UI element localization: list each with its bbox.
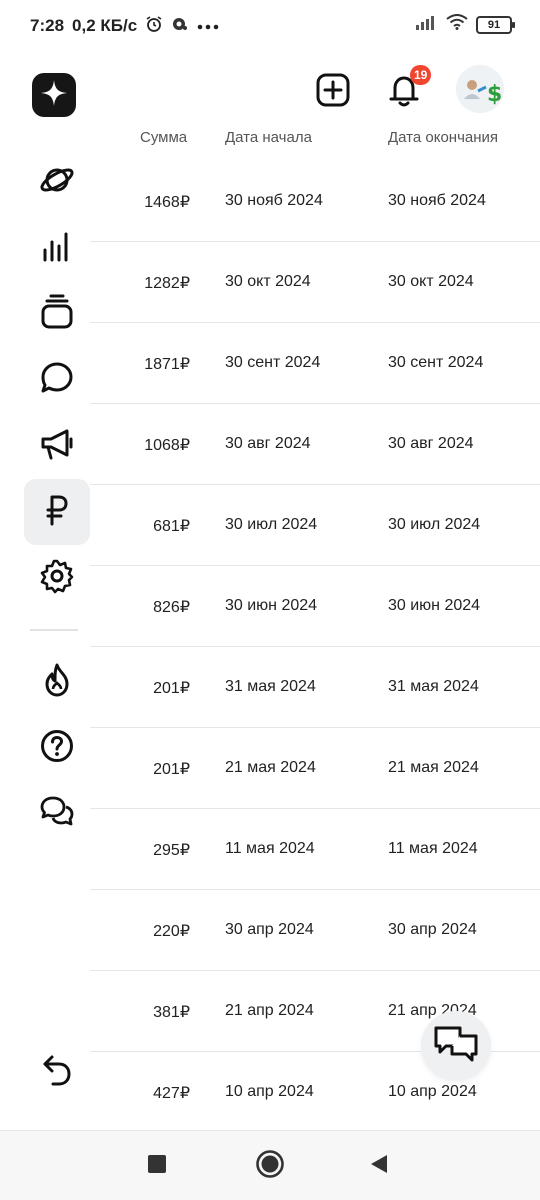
svg-text:$: $ — [487, 82, 502, 107]
cell-sum: 1068₽ — [144, 437, 190, 454]
payments-table: Сумма Дата начала Дата окончания 1468₽ 3… — [90, 120, 540, 1130]
home-button[interactable] — [253, 1149, 287, 1183]
sidebar-item-finance[interactable] — [24, 479, 90, 545]
cell-sum: 220₽ — [153, 923, 190, 940]
header-start-date: Дата начала — [225, 129, 312, 146]
cell-end-date: 30 окт 2024 — [388, 273, 474, 290]
alarm-icon — [145, 15, 163, 37]
cell-end-date: 30 июн 2024 — [388, 597, 481, 614]
table-row[interactable]: 295₽ 11 мая 2024 11 мая 2024 — [90, 809, 540, 890]
status-time: 7:28 — [30, 16, 65, 35]
cell-sum: 681₽ — [153, 518, 190, 535]
sidebar-item-back[interactable] — [24, 1039, 90, 1105]
cell-sum: 1871₽ — [144, 356, 190, 373]
cell-end-date: 31 мая 2024 — [388, 678, 479, 695]
header-end-date: Дата окончания — [388, 129, 499, 146]
sidebar-item-help[interactable] — [24, 715, 90, 781]
cell-start-date: 21 мая 2024 — [225, 759, 316, 776]
cell-sum: 1468₽ — [144, 194, 190, 211]
sidebar-item-community[interactable] — [24, 781, 90, 847]
battery-level: 91 — [487, 18, 501, 31]
table-row[interactable]: 201₽ 21 мая 2024 21 мая 2024 — [90, 728, 540, 809]
status-bar: 7:28 0,2 КБ/с 91 — [0, 0, 540, 52]
logo-button[interactable] — [32, 73, 76, 117]
battery-icon: 91 — [476, 15, 515, 34]
stack-icon — [40, 294, 74, 335]
chats-icon — [39, 795, 75, 834]
cell-start-date: 11 мая 2024 — [225, 840, 315, 857]
cell-sum: 381₽ — [153, 1004, 190, 1021]
cell-sum: 201₽ — [153, 680, 190, 697]
sidebar-item-settings[interactable] — [24, 545, 90, 611]
cell-sum: 295₽ — [153, 842, 190, 859]
cell-end-date: 30 нояб 2024 — [388, 192, 486, 209]
planet-icon — [38, 161, 76, 204]
table-row[interactable]: 681₽ 30 июл 2024 30 июл 2024 — [90, 485, 540, 566]
cell-sum: 427₽ — [153, 1085, 190, 1102]
cell-end-date: 11 мая 2024 — [388, 840, 478, 857]
avatar[interactable]: $ — [456, 65, 504, 113]
table-row[interactable]: 220₽ 30 апр 2024 30 апр 2024 — [90, 890, 540, 971]
cell-end-date: 30 сент 2024 — [388, 354, 484, 371]
cell-start-date: 30 сент 2024 — [225, 354, 321, 371]
cell-start-date: 31 мая 2024 — [225, 678, 316, 695]
wifi-icon — [446, 14, 468, 35]
table-row[interactable]: 1468₽ 30 нояб 2024 30 нояб 2024 — [90, 161, 540, 242]
back-button[interactable] — [362, 1149, 396, 1183]
header-sum: Сумма — [140, 129, 188, 146]
sparkle-star-icon — [40, 79, 68, 112]
recents-square-icon — [147, 1154, 167, 1179]
cell-sum: 826₽ — [153, 599, 190, 616]
ruble-icon — [44, 494, 70, 531]
notification-badge: 19 — [410, 65, 432, 85]
sidebar-item-posts[interactable] — [24, 281, 90, 347]
cell-end-date: 10 апр 2024 — [388, 1083, 477, 1100]
table-row[interactable]: 201₽ 31 мая 2024 31 мая 2024 — [90, 647, 540, 728]
more-dots-icon — [197, 18, 219, 34]
table-row[interactable]: 1282₽ 30 окт 2024 30 окт 2024 — [90, 242, 540, 323]
table-row[interactable]: 1068₽ 30 авг 2024 30 авг 2024 — [90, 404, 540, 485]
fire-icon — [41, 662, 73, 703]
chat-bubble-icon — [39, 360, 75, 401]
create-button[interactable] — [309, 68, 357, 116]
cell-end-date: 30 июл 2024 — [388, 516, 481, 533]
cell-end-date: 21 мая 2024 — [388, 759, 479, 776]
cell-start-date: 30 июн 2024 — [225, 597, 318, 614]
signal-icon — [416, 14, 438, 35]
chats-icon — [432, 1024, 480, 1069]
megaphone-icon — [39, 427, 75, 466]
back-triangle-icon — [368, 1153, 390, 1180]
cell-sum: 201₽ — [153, 761, 190, 778]
sidebar-item-explore[interactable] — [24, 149, 90, 215]
bar-chart-icon — [42, 230, 72, 267]
cell-sum: 1282₽ — [144, 275, 190, 292]
cell-start-date: 30 авг 2024 — [225, 435, 311, 452]
system-nav-bar — [0, 1130, 540, 1200]
help-icon — [39, 728, 75, 769]
gear-icon — [39, 558, 75, 599]
status-speed: 0,2 КБ/с — [72, 16, 138, 35]
table-header: Сумма Дата начала Дата окончания — [90, 120, 540, 160]
cell-start-date: 30 июл 2024 — [225, 516, 318, 533]
table-row[interactable]: 1871₽ 30 сент 2024 30 сент 2024 — [90, 323, 540, 404]
home-circle-icon — [255, 1149, 285, 1184]
support-chat-button[interactable] — [421, 1011, 491, 1081]
sidebar-item-messages[interactable] — [24, 347, 90, 413]
table-row[interactable]: 826₽ 30 июн 2024 30 июн 2024 — [90, 566, 540, 647]
undo-arrow-icon — [42, 1053, 72, 1092]
recents-button[interactable] — [140, 1149, 174, 1183]
cell-start-date: 30 апр 2024 — [225, 921, 314, 938]
cell-start-date: 30 нояб 2024 — [225, 192, 323, 209]
cell-end-date: 30 авг 2024 — [388, 435, 474, 452]
plus-square-icon — [316, 73, 350, 112]
sidebar-item-trending[interactable] — [24, 649, 90, 715]
sidebar-item-stats[interactable] — [24, 215, 90, 281]
cell-end-date: 30 апр 2024 — [388, 921, 477, 938]
sidebar-divider — [30, 629, 78, 631]
cell-start-date: 21 апр 2024 — [225, 1002, 314, 1019]
cell-start-date: 10 апр 2024 — [225, 1083, 314, 1100]
sidebar-item-promo[interactable] — [24, 413, 90, 479]
app-icon — [171, 15, 189, 37]
cell-start-date: 30 окт 2024 — [225, 273, 311, 290]
